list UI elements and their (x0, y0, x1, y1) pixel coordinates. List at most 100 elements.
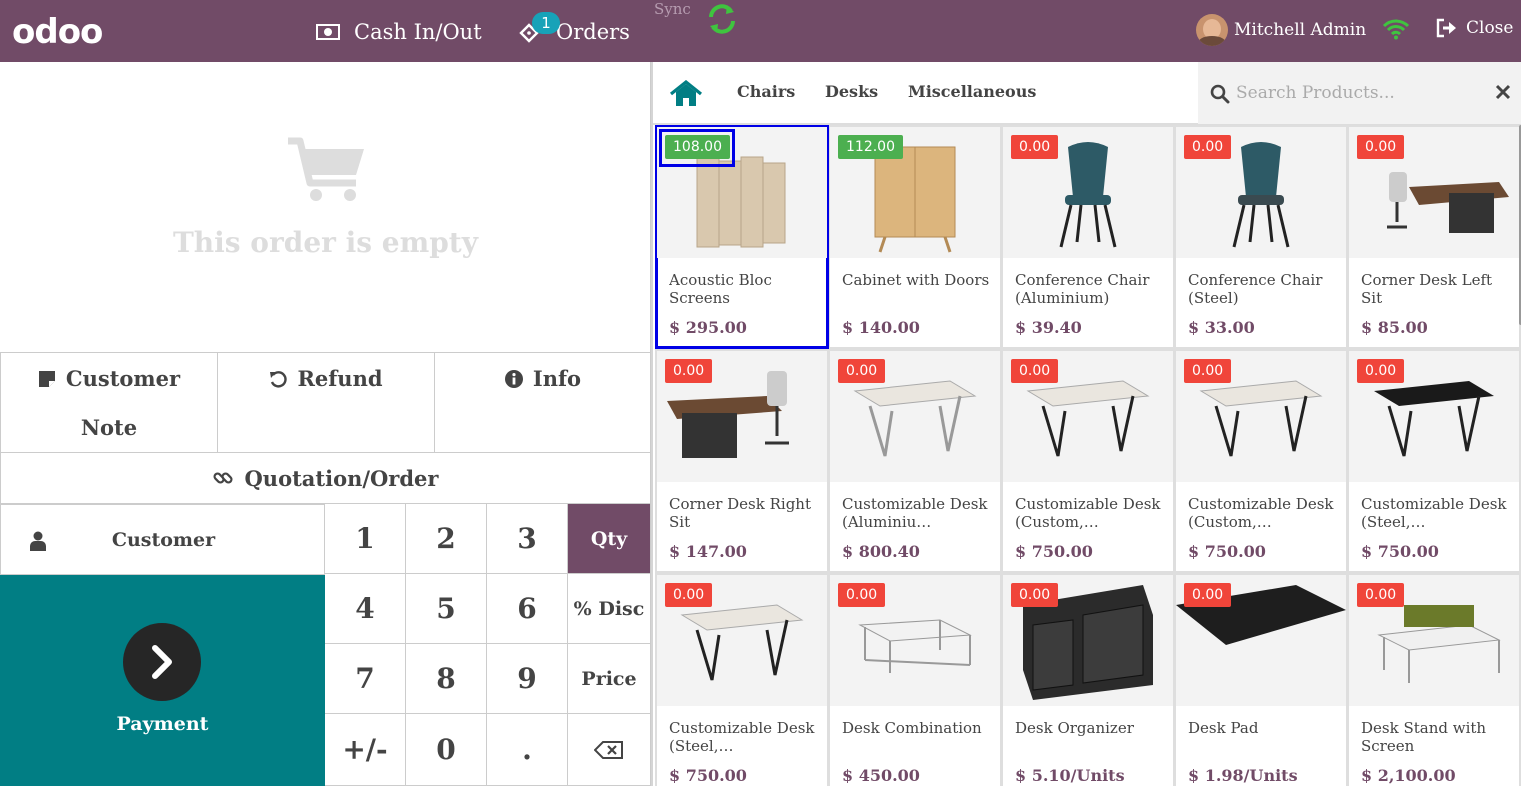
product-card[interactable]: 0.00 Desk Organizer $ 5.10/Units (1003, 575, 1173, 786)
numpad-key-8[interactable]: 8 (406, 644, 487, 714)
product-price: $ 750.00 (1188, 542, 1266, 561)
search-input[interactable] (1236, 78, 1476, 108)
payment-button[interactable]: Payment (0, 575, 325, 786)
numpad-key-1[interactable]: 1 (325, 504, 406, 574)
quotation-order-label: Quotation/Order (244, 465, 439, 491)
numpad-key-5[interactable]: 5 (406, 574, 487, 644)
cash-in-out-label: Cash In/Out (354, 20, 482, 44)
user-menu[interactable]: Mitchell Admin (1196, 14, 1366, 46)
numpad-key-decimal[interactable]: . (487, 714, 568, 786)
product-price: $ 1.98/Units (1188, 766, 1298, 785)
numpad-key-0[interactable]: 0 (406, 714, 487, 786)
price-tag: 0.00 (838, 583, 886, 607)
link-icon (213, 472, 233, 484)
info-icon (504, 370, 523, 388)
numpad-key-3[interactable]: 3 (487, 504, 568, 574)
home-icon[interactable] (670, 79, 702, 112)
category-desks[interactable]: Desks (825, 82, 878, 101)
cash-in-out-button[interactable]: Cash In/Out (316, 14, 482, 50)
product-image: 0.00 (657, 575, 827, 706)
quotation-order-button[interactable]: Quotation/Order (0, 453, 651, 504)
search-icon (1210, 84, 1230, 104)
orders-button[interactable]: 1 Orders (518, 12, 630, 50)
sync-icon[interactable] (705, 2, 739, 40)
top-bar: odoo Cash In/Out 1 Orders Sync Mitchell … (0, 0, 1521, 62)
mode-discount-button[interactable]: % Disc (568, 574, 651, 644)
orders-label: Orders (556, 20, 630, 44)
numpad-key-9[interactable]: 9 (487, 644, 568, 714)
product-grid: 108.00 Acoustic Bloc Screens $ 295.00 11… (655, 125, 1521, 786)
price-tag: 0.00 (1011, 135, 1059, 159)
product-card[interactable]: 0.00 Customizable Desk (Custom,… $ 750.0… (1176, 351, 1346, 571)
product-name: Customizable Desk (Steel,… (669, 719, 815, 755)
product-image: 0.00 (830, 351, 1000, 482)
price-tag: 0.00 (1184, 135, 1232, 159)
product-name: Corner Desk Right Sit (669, 495, 811, 531)
numpad-key-6[interactable]: 6 (487, 574, 568, 644)
product-price: $ 85.00 (1361, 318, 1428, 337)
info-label: Info (532, 366, 582, 391)
product-image: 0.00 (1176, 575, 1346, 706)
control-buttons: Customer Note Refund Info (0, 352, 651, 453)
mode-qty-button[interactable]: Qty (568, 504, 651, 574)
product-card[interactable]: 0.00 Desk Combination $ 450.00 (830, 575, 1000, 786)
product-card[interactable]: 112.00 Cabinet with Doors $ 140.00 (830, 127, 1000, 347)
undo-icon (270, 371, 288, 388)
payment-label: Payment (116, 713, 209, 735)
customer-note-label-2: Note (80, 415, 138, 440)
product-card[interactable]: 0.00 Corner Desk Right Sit $ 147.00 (657, 351, 827, 571)
product-name: Customizable Desk (Aluminiu… (842, 495, 988, 531)
product-name: Corner Desk Left Sit (1361, 271, 1493, 307)
avatar (1196, 14, 1228, 46)
product-card[interactable]: 0.00 Corner Desk Left Sit $ 85.00 (1349, 127, 1519, 347)
sync-label: Sync (654, 0, 691, 18)
customer-label: Customer (111, 528, 216, 551)
numpad-key-plus-minus[interactable]: +/- (325, 714, 406, 786)
category-miscellaneous[interactable]: Miscellaneous (908, 82, 1036, 101)
refund-button[interactable]: Refund (218, 353, 435, 453)
price-tag: 0.00 (1184, 583, 1232, 607)
price-tag: 0.00 (1357, 359, 1405, 383)
product-card[interactable]: 0.00 Conference Chair (Steel) $ 33.00 (1176, 127, 1346, 347)
numpad-key-7[interactable]: 7 (325, 644, 406, 714)
product-card[interactable]: 0.00 Customizable Desk (Custom,… $ 750.0… (1003, 351, 1173, 571)
product-card[interactable]: 0.00 Desk Stand with Screen $ 2,100.00 (1349, 575, 1519, 786)
set-customer-button[interactable]: Customer (0, 504, 325, 575)
product-price: $ 750.00 (1015, 542, 1093, 561)
product-card[interactable]: 0.00 Customizable Desk (Steel,… $ 750.00 (1349, 351, 1519, 571)
price-tag: 0.00 (1357, 583, 1405, 607)
odoo-logo[interactable]: odoo (12, 12, 103, 52)
product-card[interactable]: 0.00 Customizable Desk (Steel,… $ 750.00 (657, 575, 827, 786)
product-image: 0.00 (1176, 127, 1346, 258)
clear-search-icon[interactable] (1495, 84, 1511, 100)
product-price: $ 39.40 (1015, 318, 1082, 337)
close-button[interactable]: Close (1436, 18, 1513, 38)
product-card[interactable]: 0.00 Customizable Desk (Aluminiu… $ 800.… (830, 351, 1000, 571)
orders-count-badge: 1 (532, 12, 560, 34)
product-card[interactable]: 0.00 Conference Chair (Aluminium) $ 39.4… (1003, 127, 1173, 347)
close-label: Close (1466, 18, 1514, 38)
product-image: 0.00 (1349, 127, 1519, 258)
product-image: 0.00 (1349, 351, 1519, 482)
products-pane: Chairs Desks Miscellaneous 108.00 Acoust… (651, 62, 1521, 786)
customer-note-button[interactable]: Customer Note (0, 353, 218, 453)
category-chairs[interactable]: Chairs (737, 82, 795, 101)
product-image: 0.00 (1003, 351, 1173, 482)
shopping-cart-icon (286, 137, 366, 209)
numpad-key-2[interactable]: 2 (406, 504, 487, 574)
backspace-key[interactable] (568, 714, 651, 786)
product-price: $ 750.00 (1361, 542, 1439, 561)
product-image: 0.00 (830, 575, 1000, 706)
empty-order-text: This order is empty (172, 226, 479, 259)
product-card[interactable]: 108.00 Acoustic Bloc Screens $ 295.00 (655, 125, 829, 349)
price-tag: 0.00 (1184, 359, 1232, 383)
product-price: $ 750.00 (669, 766, 747, 785)
product-card[interactable]: 0.00 Desk Pad $ 1.98/Units (1176, 575, 1346, 786)
product-image: 0.00 (1349, 575, 1519, 706)
numpad-key-4[interactable]: 4 (325, 574, 406, 644)
mode-price-button[interactable]: Price (568, 644, 651, 714)
price-tag: 0.00 (665, 359, 713, 383)
money-icon (316, 24, 340, 40)
refund-label: Refund (297, 366, 383, 391)
info-button[interactable]: Info (435, 353, 651, 453)
